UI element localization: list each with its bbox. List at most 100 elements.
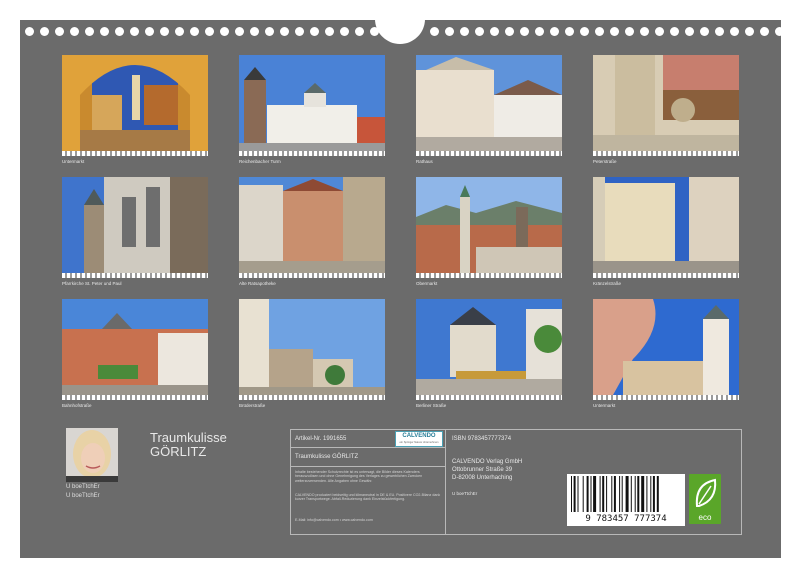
photo-6 (239, 177, 385, 273)
binding-hole (685, 27, 694, 36)
author-name-secondary: U boeTtchEr (66, 493, 100, 499)
binding-hole (25, 27, 34, 36)
barcode-bar (602, 476, 605, 512)
photo-4-caption: Peterstraße (593, 159, 617, 164)
binding-hole (670, 27, 679, 36)
binding-hole (265, 27, 274, 36)
binding-hole (505, 27, 514, 36)
binding-hole (190, 27, 199, 36)
binding-hole (520, 27, 529, 36)
barcode-bar (577, 476, 579, 512)
production-notice: CALVENDO produziert beidseitig und klima… (295, 493, 441, 502)
binding-hole (70, 27, 79, 36)
binding-hole (655, 27, 664, 36)
date-strip (239, 151, 385, 156)
binding-hole (745, 27, 754, 36)
barcode-bar (625, 476, 629, 512)
eco-label-text: eco (698, 513, 712, 522)
isbn-barcode: 9 783457 777374 (567, 474, 685, 526)
date-strip (416, 395, 562, 400)
barcode-bar (637, 476, 640, 512)
leaf-icon (695, 478, 717, 507)
date-strip (62, 395, 208, 400)
photo-8-caption: Kränzelstraße (593, 281, 622, 286)
eco-label: eco (689, 474, 721, 524)
calendar-title: Traumkulisse (150, 430, 227, 445)
date-strip (62, 151, 208, 156)
binding-hole (205, 27, 214, 36)
barcode-bar (630, 476, 632, 512)
date-strip (416, 273, 562, 278)
date-strip (593, 151, 739, 156)
barcode-bar (634, 476, 636, 512)
binding-hole (490, 27, 499, 36)
publisher-street: Ottobrunner Straße 39 (452, 467, 513, 473)
info-divider-2 (290, 466, 446, 467)
binding-hole (55, 27, 64, 36)
calvendo-logo: CALVENDO ein Springer Nature Unternehmen (395, 431, 443, 447)
barcode-bar (593, 476, 597, 512)
photo-3-caption: Rathaus (416, 159, 433, 164)
date-strip (239, 273, 385, 278)
binding-hole (460, 27, 469, 36)
photo-11-caption: Berliner Straße (416, 403, 447, 408)
barcode-bar (586, 476, 589, 512)
barcode-bar (613, 476, 616, 512)
binding-hole (610, 27, 619, 36)
isbn: ISBN 9783457777374 (452, 436, 512, 442)
binding-hole (535, 27, 544, 36)
barcode-bar (590, 476, 592, 512)
binding-hole (220, 27, 229, 36)
photo-12 (593, 299, 739, 395)
binding-hole (85, 27, 94, 36)
barcode-bar (606, 476, 608, 512)
photo-3 (416, 55, 562, 151)
calvendo-brand: CALVENDO (402, 433, 436, 439)
barcode-bar (646, 476, 648, 512)
date-strip (62, 273, 208, 278)
barcode-bar (650, 476, 652, 512)
binding-hole (310, 27, 319, 36)
date-strip (239, 395, 385, 400)
binding-hole (280, 27, 289, 36)
photo-7 (416, 177, 562, 273)
photo-5 (62, 177, 208, 273)
photo-7-caption: Obermarkt (416, 281, 438, 286)
contact-info: E-Mail: info@calvendo.com • www.calvendo… (295, 518, 373, 522)
publisher-name: CALVENDO Verlag GmbH (452, 459, 523, 465)
info-divider-vertical (445, 429, 446, 535)
date-strip (416, 151, 562, 156)
binding-hole (340, 27, 349, 36)
barcode-bar (621, 476, 623, 512)
photo-9-caption: Bahnhofstraße (62, 403, 92, 408)
calendar-subtitle: GÖRLITZ (150, 444, 207, 459)
binding-hole (100, 27, 109, 36)
binding-hole (145, 27, 154, 36)
binding-hole (40, 27, 49, 36)
barcode-bar (571, 476, 572, 512)
binding-hole (760, 27, 769, 36)
binding-hole (295, 27, 304, 36)
photo-8 (593, 177, 739, 273)
binding-hole (130, 27, 139, 36)
binding-hole (430, 27, 439, 36)
barcode-bar (619, 476, 621, 512)
photo-5-caption: Pfarrkirche St. Peter und Paul (62, 281, 122, 286)
barcode-bar (599, 476, 601, 512)
photo-2 (239, 55, 385, 151)
binding-hole (565, 27, 574, 36)
publisher-city: D-82008 Unterhaching (452, 475, 513, 481)
binding-hole (235, 27, 244, 36)
article-number: Artikel-Nr. 1991655 (295, 436, 347, 442)
barcode-bar (573, 476, 576, 512)
photo-2-caption: Reichenbacher Turm (239, 159, 281, 164)
binding-hole (325, 27, 334, 36)
photo-1-caption: Untermarkt (62, 159, 85, 164)
calvendo-tagline: ein Springer Nature Unternehmen (399, 441, 439, 444)
barcode-bar (582, 476, 584, 512)
binding-hole (730, 27, 739, 36)
author-portrait (66, 428, 118, 482)
date-strip (593, 273, 739, 278)
binding-hole (115, 27, 124, 36)
photo-11 (416, 299, 562, 395)
